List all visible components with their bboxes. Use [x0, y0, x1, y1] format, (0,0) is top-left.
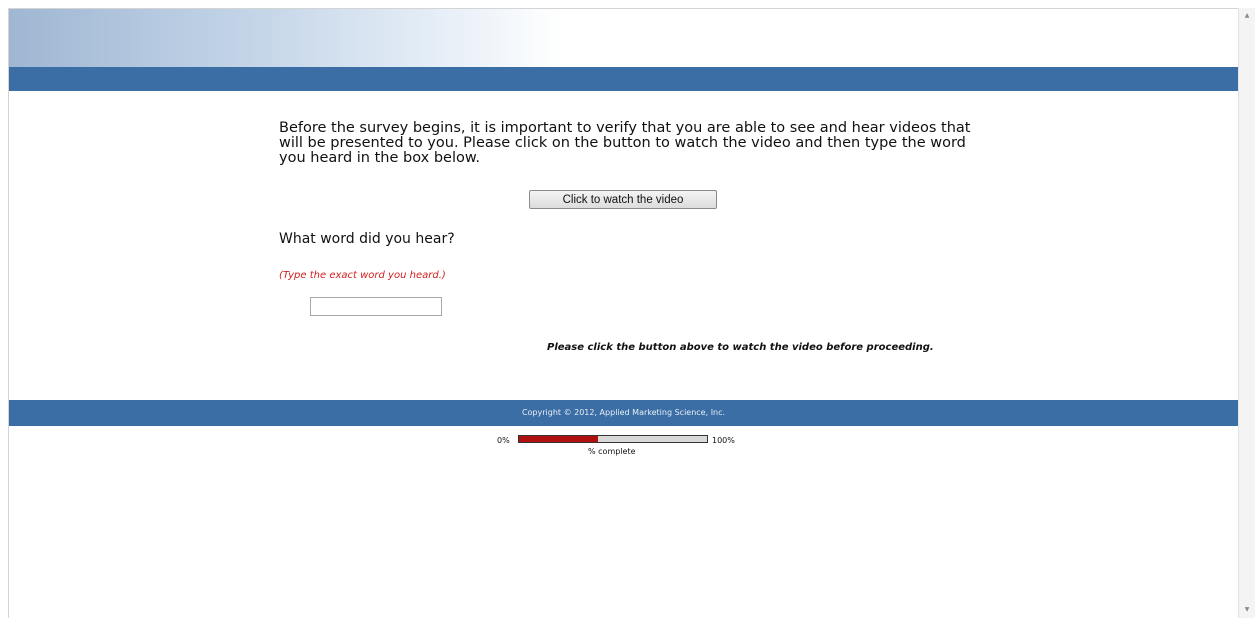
- progress-max-label: 100%: [712, 436, 735, 445]
- proceed-notice: Please click the button above to watch t…: [547, 342, 934, 353]
- header-bar: [9, 67, 1238, 91]
- question-label: What word did you hear?: [279, 231, 455, 247]
- progress-caption: % complete: [588, 447, 636, 456]
- scroll-down-icon[interactable]: ▼: [1239, 602, 1255, 618]
- page-frame: Before the survey begins, it is importan…: [8, 8, 1238, 618]
- progress-fill: [519, 436, 598, 442]
- vertical-scrollbar[interactable]: ▲ ▼: [1238, 8, 1255, 618]
- watch-video-button[interactable]: Click to watch the video: [529, 190, 717, 209]
- top-banner: [9, 9, 1238, 67]
- footer-bar: Copyright © 2012, Applied Marketing Scie…: [9, 400, 1238, 426]
- progress-min-label: 0%: [497, 436, 510, 445]
- answer-input[interactable]: [310, 297, 442, 316]
- progress-track: [518, 435, 708, 443]
- intro-text: Before the survey begins, it is importan…: [279, 120, 971, 166]
- copyright-text: Copyright © 2012, Applied Marketing Scie…: [521, 408, 726, 417]
- scroll-up-icon[interactable]: ▲: [1239, 8, 1255, 24]
- survey-content: Before the survey begins, it is importan…: [279, 120, 979, 354]
- hint-text: (Type the exact word you heard.): [279, 270, 446, 281]
- progress-indicator: 0% 100% % complete: [491, 434, 761, 464]
